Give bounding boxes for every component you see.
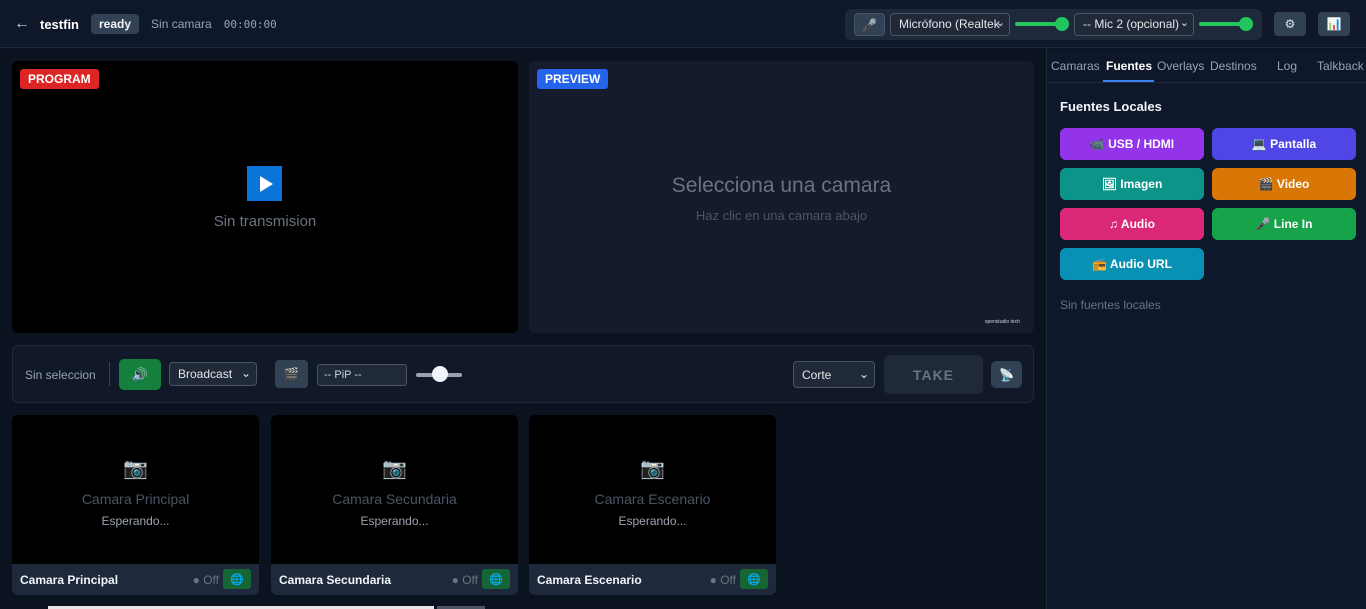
right-sidebar: Camaras Fuentes Overlays Destinos Log Ta… (1046, 49, 1366, 609)
camera-icon: 📷 (640, 458, 665, 480)
source-audio-button[interactable]: ♫ Audio (1060, 208, 1204, 240)
volume-speaker-icon[interactable]: 🔊 (119, 359, 161, 390)
camera-status: Sin camara (151, 17, 212, 31)
camera-footer: Camara Principal ● Off 🌐 (12, 564, 259, 595)
camera-waiting: Esperando... (101, 514, 170, 528)
chevron-down-icon: ⌄ (240, 366, 251, 380)
settings-gear-icon[interactable]: ⚙ (1274, 12, 1306, 36)
tab-overlays[interactable]: Overlays (1157, 59, 1204, 73)
divider (109, 362, 110, 386)
camera-name: Camara Escenario (594, 491, 711, 507)
camera-card-principal[interactable]: 📷 Camara Principal Esperando... Camara P… (12, 415, 259, 595)
globe-icon[interactable]: 🌐 (482, 569, 510, 589)
globe-icon[interactable]: 🌐 (223, 569, 251, 589)
play-icon[interactable] (247, 166, 282, 201)
broadcast-select[interactable]: Broadcast ⌄ (169, 362, 257, 386)
camera-card-secundaria[interactable]: 📷 Camara Secundaria Esperando... Camara … (271, 415, 518, 595)
selection-label: Sin seleccion (25, 368, 96, 382)
camera-footer-name: Camara Secundaria (279, 573, 392, 587)
program-monitor: PROGRAM Sin transmision (12, 61, 518, 333)
camera-status: ● Off (192, 573, 219, 587)
preview-tag: PREVIEW (537, 69, 609, 89)
camera-waiting: Esperando... (360, 514, 429, 528)
tab-log[interactable]: Log (1277, 59, 1297, 73)
camera-footer-name: Camara Escenario (537, 573, 642, 587)
globe-icon[interactable]: 🌐 (740, 569, 768, 589)
camera-status: ● Off (451, 573, 478, 587)
source-audio-url-button[interactable]: 📻 Audio URL (1060, 248, 1204, 280)
mic1-select[interactable]: Micrófono (Realtek ⌄ (890, 13, 1010, 36)
camera-icon: 📷 (123, 458, 148, 480)
tab-fuentes[interactable]: Fuentes (1106, 59, 1152, 73)
camera-footer-name: Camara Principal (20, 573, 119, 587)
mic-icon[interactable]: 🎤 (854, 13, 885, 36)
pip-size-handle[interactable] (432, 366, 448, 382)
mic1-select-label: Micrófono (Realtek (899, 17, 1000, 31)
transition-select-label: Corte (802, 368, 832, 382)
clapperboard-icon[interactable]: 🎬 (275, 360, 308, 388)
chevron-down-icon: ⌄ (858, 367, 869, 381)
tab-camaras[interactable]: Camaras (1051, 59, 1100, 73)
mic1-volume-handle[interactable] (1055, 17, 1069, 31)
chevron-down-icon: ⌄ (995, 17, 1005, 29)
audio-controls: 🎤 Micrófono (Realtek ⌄ -- Mic 2 (opcional… (845, 9, 1262, 40)
sources-title: Fuentes Locales (1060, 99, 1162, 114)
source-usb-hdmi-button[interactable]: 📹 USB / HDMI (1060, 128, 1204, 160)
source-video-button[interactable]: 🎬 Video (1212, 168, 1356, 200)
source-imagen-button[interactable]: 🖼 Imagen (1060, 168, 1204, 200)
tab-destinos[interactable]: Destinos (1210, 59, 1257, 73)
camera-name: Camara Principal (81, 491, 190, 507)
stats-chart-icon[interactable]: 📊 (1318, 12, 1350, 36)
camera-footer: Camara Escenario ● Off 🌐 (529, 564, 776, 595)
status-badge: ready (91, 14, 140, 34)
camera-name: Camara Secundaria (332, 491, 457, 507)
preview-monitor[interactable]: PREVIEW Selecciona una camara Haz clic e… (529, 61, 1034, 333)
satellite-icon[interactable]: 📡 (991, 361, 1022, 388)
preview-subtitle: Haz clic en una camara abajo (695, 208, 868, 223)
pip-select[interactable]: -- PiP -- (317, 364, 407, 386)
source-line-in-button[interactable]: 🎤 Line In (1212, 208, 1356, 240)
camera-card-escenario[interactable]: 📷 Camara Escenario Esperando... Camara E… (529, 415, 776, 595)
tab-talkback[interactable]: Talkback (1317, 59, 1364, 73)
camera-icon: 📷 (382, 458, 407, 480)
mic2-volume-handle[interactable] (1239, 17, 1253, 31)
back-arrow-icon[interactable]: ← (14, 15, 32, 33)
project-title: testfin (40, 16, 79, 32)
preview-watermark: openstudio tech (984, 319, 1020, 325)
mic2-select-label: -- Mic 2 (opcional) (1083, 17, 1180, 31)
camera-waiting: Esperando... (618, 514, 687, 528)
stream-timer: 00:00:00 (223, 17, 277, 31)
preview-title: Selecciona una camara (671, 174, 892, 197)
top-bar: ← testfin ready Sin camara 00:00:00 🎤 Mi… (0, 0, 1366, 48)
chevron-down-icon: ⌄ (1179, 17, 1189, 29)
camera-status: ● Off (709, 573, 736, 587)
program-status-text: Sin transmision (213, 213, 317, 230)
broadcast-select-label: Broadcast (178, 367, 233, 381)
program-tag: PROGRAM (20, 69, 99, 89)
camera-footer: Camara Secundaria ● Off 🌐 (271, 564, 518, 595)
active-tab-indicator (1103, 80, 1154, 82)
take-button[interactable]: TAKE (884, 355, 983, 394)
source-pantalla-button[interactable]: 💻 Pantalla (1212, 128, 1356, 160)
sources-empty-text: Sin fuentes locales (1060, 298, 1161, 312)
mic2-select[interactable]: -- Mic 2 (opcional) ⌄ (1074, 13, 1194, 36)
sidebar-tabs: Camaras Fuentes Overlays Destinos Log Ta… (1047, 49, 1366, 83)
transition-select[interactable]: Corte ⌄ (793, 361, 875, 388)
switcher-controls: Sin seleccion 🔊 Broadcast ⌄ 🎬 -- PiP -- … (12, 345, 1034, 403)
